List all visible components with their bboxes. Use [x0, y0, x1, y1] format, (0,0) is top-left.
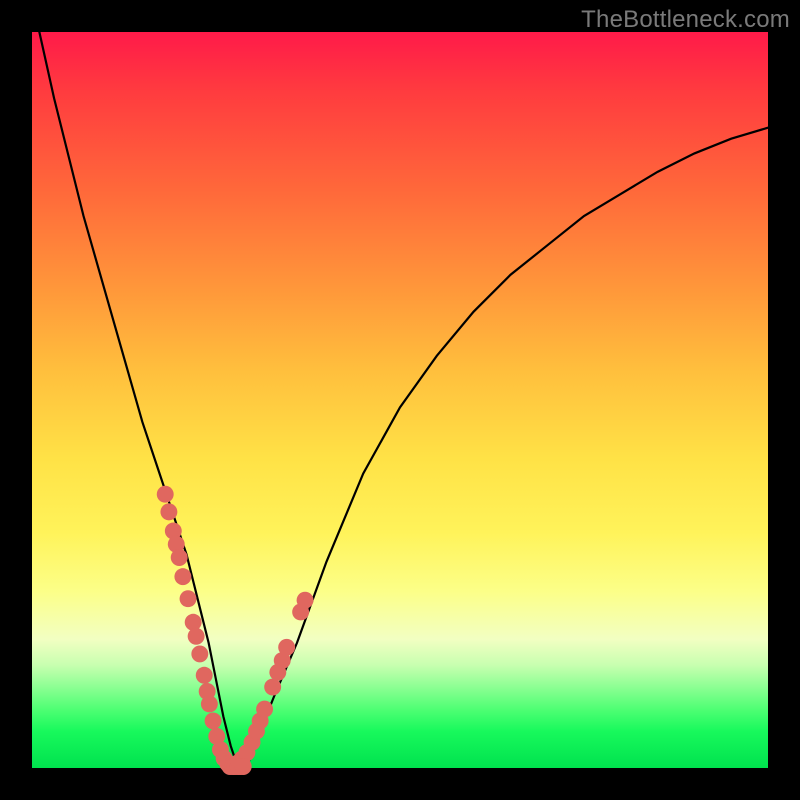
data-point	[264, 679, 281, 696]
data-point	[160, 503, 177, 520]
data-point	[235, 758, 252, 775]
data-point	[174, 568, 191, 585]
data-point	[205, 712, 222, 729]
data-point	[180, 590, 197, 607]
data-point	[157, 486, 174, 503]
bottleneck-curve	[39, 32, 768, 768]
data-point	[256, 701, 273, 718]
data-point	[201, 696, 218, 713]
scatter-points	[157, 486, 314, 775]
data-point	[185, 614, 202, 631]
data-point	[171, 549, 188, 566]
watermark-text: TheBottleneck.com	[581, 6, 790, 34]
data-point	[196, 667, 213, 684]
data-point	[297, 592, 314, 609]
outer-frame: TheBottleneck.com	[0, 0, 800, 800]
chart-svg	[32, 32, 768, 768]
data-point	[278, 639, 295, 656]
data-point	[188, 628, 205, 645]
plot-area	[32, 32, 768, 768]
data-point	[191, 645, 208, 662]
